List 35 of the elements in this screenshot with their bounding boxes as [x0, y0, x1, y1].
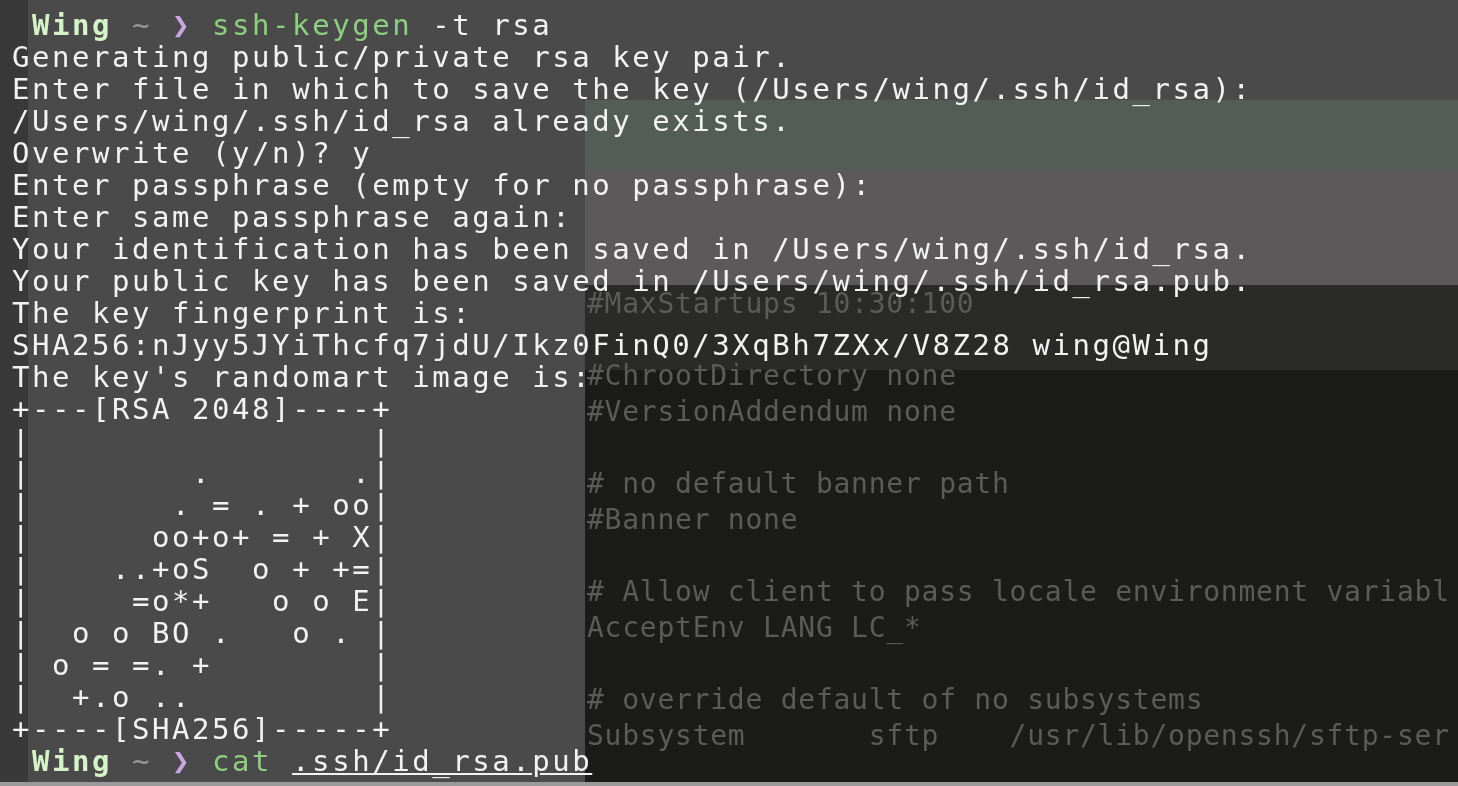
- terminal-output-line: /Users/wing/.ssh/id_rsa already exists.: [12, 105, 793, 137]
- terminal-output-line: +---[RSA 2048]----+: [12, 393, 393, 425]
- prompt-user: Wing: [32, 745, 113, 777]
- terminal-output-line: Enter file in which to save the key (/Users/wing/.ssh/id_rsa):: [12, 73, 1253, 105]
- command-argument: -t rsa: [432, 9, 553, 41]
- terminal-output-line: | ..+oS o + +=|: [12, 553, 393, 585]
- terminal-output-line: The key fingerprint is:: [12, 297, 473, 329]
- config-line: # Allow client to pass locale environment variabl: [587, 574, 1450, 610]
- terminal-output-line: | |: [12, 425, 393, 457]
- terminal-output-line: | o = =. + |: [12, 649, 393, 681]
- command-name: ssh-keygen: [212, 9, 413, 41]
- terminal-output-line: Overwrite (y/n)? y: [12, 137, 373, 169]
- terminal-output-line: +----[SHA256]-----+: [12, 713, 393, 745]
- terminal-output-line: SHA256:nJyy5JYiThcfq7jdU/Ikz0FinQ0/3XqBh7ZXx/V8Z28 wing@Wing: [12, 329, 1213, 361]
- config-line: #VersionAddendum none: [587, 394, 957, 430]
- terminal-output-line: | o o BO . o . |: [12, 617, 393, 649]
- prompt-directory: ~: [132, 9, 153, 41]
- prompt-directory: ~: [132, 745, 153, 777]
- terminal-output-line: Generating public/private rsa key pair.: [12, 41, 793, 73]
- terminal-output-line: Enter same passphrase again:: [12, 201, 573, 233]
- config-line: AcceptEnv LANG LC_*: [587, 610, 922, 646]
- terminal-output-line: | . .|: [12, 457, 393, 489]
- config-line: #Banner none: [587, 502, 799, 538]
- terminal-output-line: Your identification has been saved in /Users/wing/.ssh/id_rsa.: [12, 233, 1253, 265]
- prompt-user: Wing: [32, 9, 113, 41]
- config-line: # no default banner path: [587, 466, 1010, 502]
- terminal-output-line: | +.o .. |: [12, 681, 393, 713]
- prompt-symbol: ❯: [172, 9, 193, 41]
- config-line: # override default of no subsystems: [587, 682, 1204, 718]
- command-name: cat: [212, 745, 273, 777]
- prompt-symbol: ❯: [172, 745, 193, 777]
- terminal-output-line: | =o*+ o o E|: [12, 585, 393, 617]
- terminal-output-line: Enter passphrase (empty for no passphrase):: [12, 169, 873, 201]
- terminal-output-line: | . = . + oo|: [12, 489, 393, 521]
- terminal-output-line: | oo+o+ = + X|: [12, 521, 393, 553]
